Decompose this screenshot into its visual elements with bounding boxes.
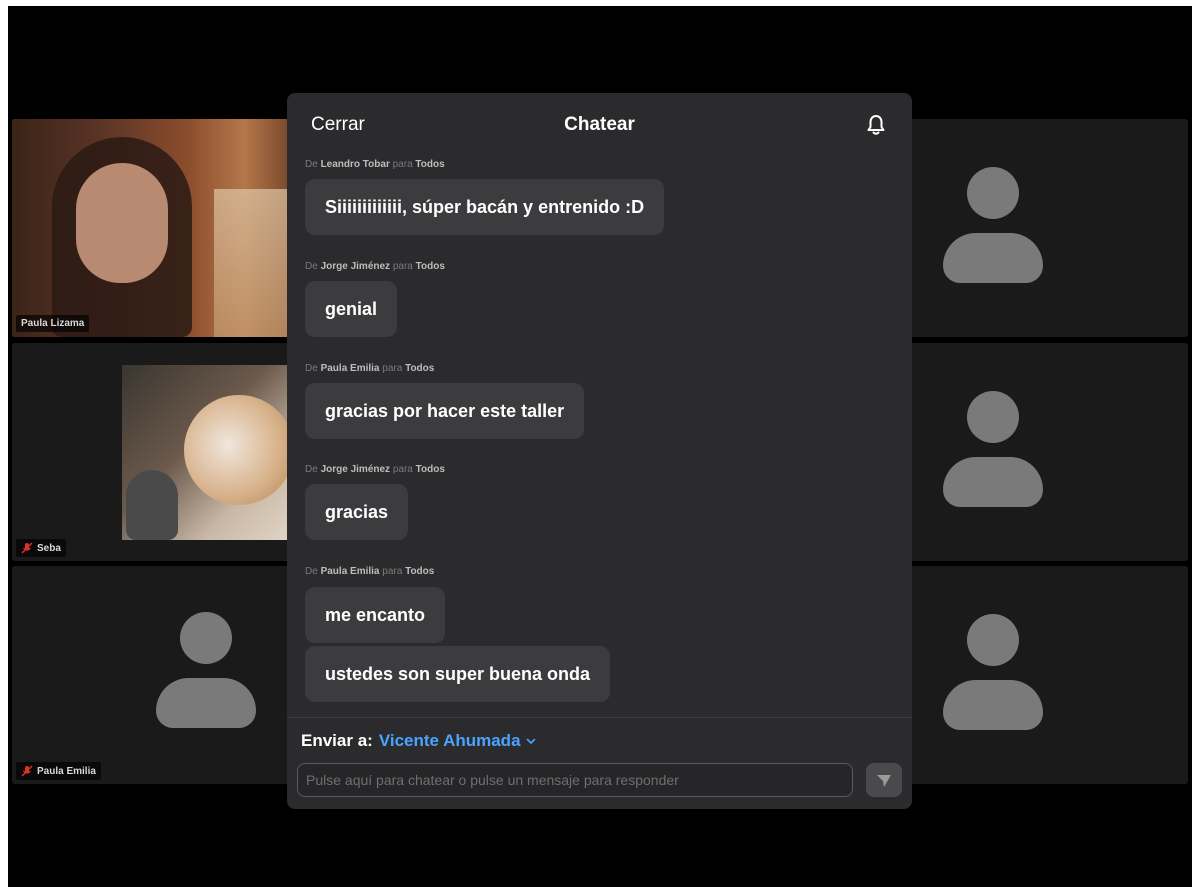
- message-recipient: Todos: [415, 261, 445, 272]
- avatar-placeholder-icon: [967, 614, 1019, 666]
- avatar-placeholder-body: [156, 678, 256, 728]
- video-tile-paula-emilia[interactable]: Paula Emilia: [12, 566, 302, 784]
- participant-name-tag: Paula Emilia: [16, 762, 101, 780]
- video-tile-seba[interactable]: Seba: [12, 343, 302, 561]
- participant-video: [122, 365, 302, 540]
- message-recipient: Todos: [405, 363, 435, 374]
- send-to-target: Vicente Ahumada: [378, 731, 521, 750]
- message-sender: Jorge Jiménez: [320, 261, 391, 272]
- chat-title: Chatear: [564, 114, 635, 135]
- participant-name: Paula Emilia: [37, 765, 96, 777]
- chat-message-input[interactable]: [297, 763, 853, 797]
- message-sender: Paula Emilia: [320, 363, 380, 374]
- send-to-dropdown[interactable]: Vicente Ahumada: [379, 731, 537, 751]
- chat-panel: Cerrar Chatear De Leandro Tobar para Tod…: [287, 93, 912, 809]
- message-recipient: Todos: [405, 566, 435, 577]
- message-meta: De Leandro Tobar para Todos: [305, 159, 445, 170]
- participant-name-tag: Paula Lizama: [16, 315, 90, 332]
- message-recipient: Todos: [415, 159, 445, 170]
- participant-name-tag: Seba: [16, 539, 66, 557]
- message-sender: Leandro Tobar: [320, 159, 390, 170]
- video-tile-right-2[interactable]: [908, 343, 1188, 561]
- bell-icon[interactable]: [864, 113, 888, 137]
- participant-video: [12, 119, 302, 337]
- participant-name: Seba: [37, 542, 61, 554]
- composer-divider: [287, 717, 912, 718]
- send-to-row: Enviar a: Vicente Ahumada: [301, 731, 537, 751]
- mic-off-icon: [21, 765, 33, 777]
- message-bubble[interactable]: me encanto: [305, 587, 446, 643]
- avatar-placeholder-icon: [967, 391, 1019, 443]
- message-sender: Paula Emilia: [320, 566, 380, 577]
- mic-off-icon: [21, 542, 33, 554]
- message-bubble[interactable]: genial: [305, 281, 398, 337]
- message-sender: Jorge Jiménez: [320, 464, 391, 475]
- chevron-down-icon: [526, 738, 535, 744]
- send-icon: [877, 775, 891, 787]
- send-button[interactable]: [866, 763, 902, 797]
- message-meta: De Paula Emilia para Todos: [305, 363, 435, 374]
- message-meta: De Paula Emilia para Todos: [305, 566, 435, 577]
- avatar-placeholder-icon: [967, 167, 1019, 219]
- chat-header: Cerrar Chatear: [287, 93, 912, 157]
- video-tile-paula-lizama[interactable]: Paula Lizama: [12, 119, 302, 337]
- send-to-label: Enviar a:: [301, 731, 373, 750]
- message-meta: De Jorge Jiménez para Todos: [305, 261, 445, 272]
- message-bubble[interactable]: gracias: [305, 484, 409, 540]
- video-tile-right-3[interactable]: [908, 566, 1188, 784]
- message-meta: De Jorge Jiménez para Todos: [305, 464, 445, 475]
- avatar-placeholder-icon: [180, 612, 232, 664]
- avatar-placeholder-body: [943, 233, 1043, 283]
- avatar-placeholder-body: [943, 680, 1043, 730]
- message-recipient: Todos: [415, 464, 445, 475]
- participant-name: Paula Lizama: [21, 318, 85, 329]
- message-bubble[interactable]: gracias por hacer este taller: [305, 383, 585, 439]
- message-bubble[interactable]: ustedes son super buena onda: [305, 646, 611, 702]
- avatar-placeholder-body: [943, 457, 1043, 507]
- message-bubble[interactable]: Siiiiiiiiiiiii, súper bacán y entrenido …: [305, 179, 665, 235]
- video-tile-right-1[interactable]: [908, 119, 1188, 337]
